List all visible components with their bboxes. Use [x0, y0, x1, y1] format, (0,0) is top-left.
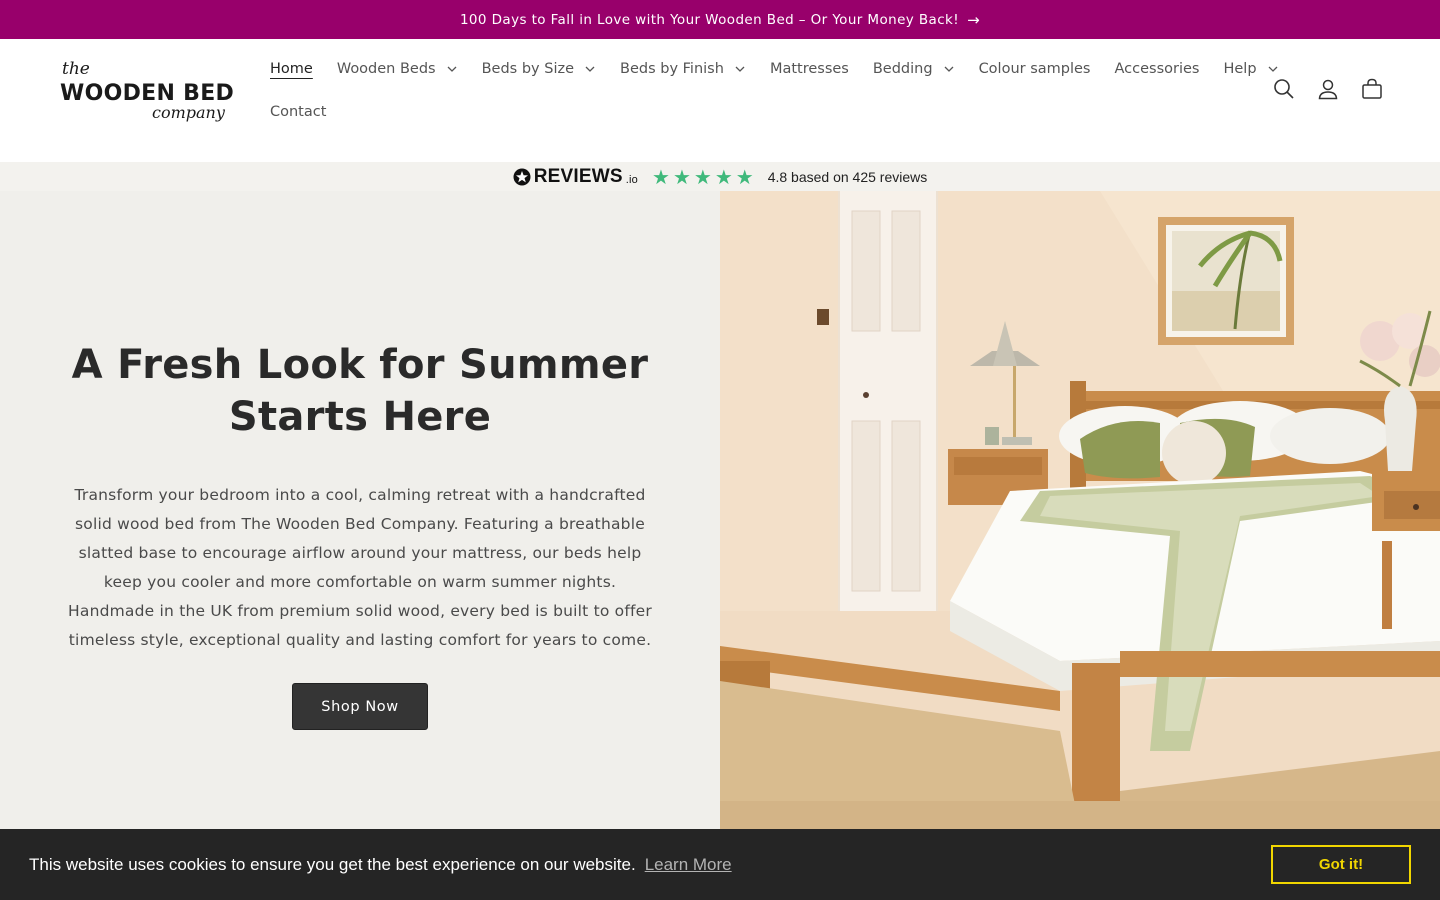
- chevron-down-icon: [735, 66, 745, 72]
- star-icon: ★: [714, 164, 733, 189]
- header-icons: [1272, 77, 1384, 101]
- star-icon: ★: [652, 164, 670, 189]
- nav-item-beds-by-finish[interactable]: Beds by Finish: [608, 47, 758, 90]
- arrow-right-icon: →: [967, 10, 981, 29]
- nav-item-beds-by-size[interactable]: Beds by Size: [470, 47, 608, 90]
- hero-text-panel: A Fresh Look for Summer Starts Here Tran…: [0, 191, 720, 829]
- star-icon: ★: [735, 164, 754, 189]
- announcement-text[interactable]: 100 Days to Fall in Love with Your Woode…: [460, 12, 959, 28]
- logo[interactable]: the WOODEN BED company: [60, 59, 234, 127]
- hero-title: A Fresh Look for Summer Starts Here: [71, 342, 649, 440]
- account-icon[interactable]: [1316, 77, 1340, 101]
- bedroom-image: [720, 191, 1440, 829]
- cookie-message: This website uses cookies to ensure you …: [29, 854, 636, 874]
- nav-label: Mattresses: [769, 60, 849, 77]
- cart-icon[interactable]: [1360, 77, 1384, 101]
- nav-item-bedding[interactable]: Bedding: [861, 47, 967, 90]
- cookie-accept-button[interactable]: Got it!: [1271, 845, 1411, 884]
- chevron-down-icon: [447, 66, 457, 72]
- nav-item-accessories[interactable]: Accessories: [1103, 47, 1212, 90]
- nav-label: Wooden Beds: [336, 60, 436, 77]
- nav-label: Accessories: [1114, 60, 1200, 77]
- nav-label: Bedding: [872, 60, 933, 77]
- nav-item-mattresses[interactable]: Mattresses: [758, 47, 861, 90]
- announcement-bar[interactable]: 100 Days to Fall in Love with Your Woode…: [0, 0, 1440, 39]
- nav-item-contact[interactable]: Contact: [258, 90, 338, 133]
- nav-item-wooden-beds[interactable]: Wooden Beds: [325, 47, 470, 90]
- nav-label: Home: [270, 60, 313, 77]
- shop-now-button[interactable]: Shop Now: [292, 683, 428, 730]
- nav-label: Beds by Size: [481, 60, 575, 77]
- reviews-summary: 4.8 based on 425 reviews: [767, 168, 928, 185]
- star-icon: ★: [672, 164, 691, 189]
- chevron-down-icon: [944, 66, 954, 72]
- rating-stars: ★ ★ ★ ★ ★: [652, 167, 754, 187]
- nav-item-colour-samples[interactable]: Colour samples: [967, 47, 1103, 90]
- reviews-brand: REVIEWS: [533, 165, 623, 187]
- site-header: the WOODEN BED company Home Wooden Beds …: [0, 39, 1440, 162]
- hero-description: Transform your bedroom into a cool, calm…: [68, 486, 652, 649]
- nav-label: Beds by Finish: [620, 60, 724, 77]
- chevron-down-icon: [1268, 66, 1278, 72]
- learn-more-link[interactable]: Learn More: [645, 855, 732, 875]
- star-icon: ★: [693, 164, 712, 189]
- logo-the: the: [62, 59, 90, 79]
- nav-label: Colour samples: [978, 60, 1091, 77]
- nav-row-2: Contact: [258, 90, 1218, 133]
- logo-company: company: [152, 103, 225, 122]
- reviews-bar[interactable]: REVIEWS .io ★ ★ ★ ★ ★ 4.8 based on 425 re…: [0, 162, 1440, 191]
- nav-label: Contact: [270, 103, 327, 120]
- nav-row-1: Home Wooden Beds Beds by Size Beds by Fi…: [258, 47, 1278, 90]
- nav-item-home[interactable]: Home: [258, 47, 325, 90]
- reviews-star-badge-icon: [513, 168, 531, 185]
- hero-image: [720, 191, 1440, 829]
- main-nav: Home Wooden Beds Beds by Size Beds by Fi…: [258, 47, 1278, 133]
- nav-label: Help: [1223, 60, 1257, 77]
- chevron-down-icon: [585, 66, 595, 72]
- cookie-banner: This website uses cookies to ensure you …: [0, 829, 1440, 900]
- search-icon[interactable]: [1272, 77, 1296, 101]
- reviews-brand-suffix: .io: [625, 173, 638, 186]
- reviews-logo: REVIEWS .io: [513, 166, 638, 188]
